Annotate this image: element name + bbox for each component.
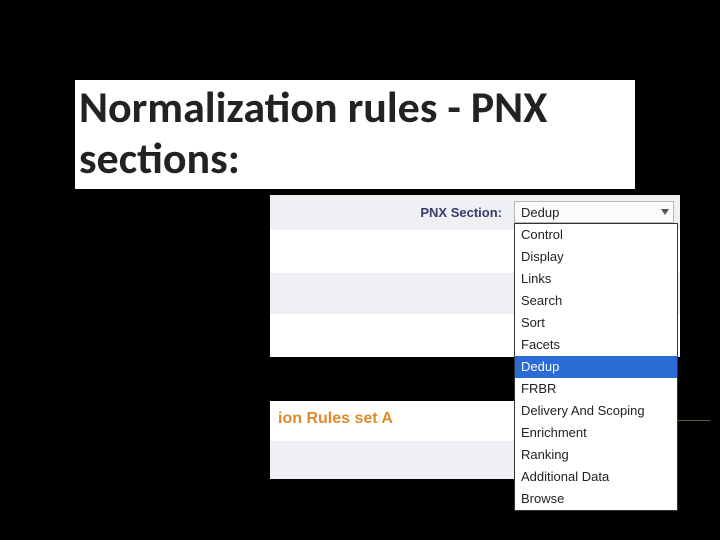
dropdown-option[interactable]: Facets: [515, 334, 677, 356]
dropdown-option[interactable]: Browse: [515, 488, 677, 510]
dropdown-option[interactable]: Enrichment: [515, 422, 677, 444]
dropdown-option[interactable]: Display: [515, 246, 677, 268]
dropdown-option[interactable]: Additional Data: [515, 466, 677, 488]
label-description: iption:: [270, 273, 508, 314]
chevron-down-icon: [661, 209, 669, 215]
row-spacer-3: [270, 441, 514, 479]
rules-heading-row: ion Rules set A: [270, 401, 514, 441]
slide: Normalization rules - PNX sections: PNX …: [0, 0, 720, 540]
dropdown-option[interactable]: Dedup: [515, 356, 677, 378]
label-empty-2: [270, 315, 508, 356]
label-pnx-section: PNX Section:: [270, 195, 508, 230]
dropdown-option[interactable]: Ranking: [515, 444, 677, 466]
label-empty-1: [270, 231, 508, 272]
dropdown-option[interactable]: Search: [515, 290, 677, 312]
dropdown-option[interactable]: FRBR: [515, 378, 677, 400]
page-title: Normalization rules - PNX sections:: [75, 80, 635, 189]
pnx-section-selected: Dedup: [521, 205, 559, 220]
dropdown-option[interactable]: Links: [515, 268, 677, 290]
dropdown-option[interactable]: Control: [515, 224, 677, 246]
pnx-section-dropdown[interactable]: ControlDisplayLinksSearchSortFacetsDedup…: [514, 223, 678, 511]
rules-heading: ion Rules set A: [278, 410, 393, 427]
pnx-section-select[interactable]: Dedup: [514, 201, 674, 223]
dropdown-option[interactable]: Delivery And Scoping: [515, 400, 677, 422]
dropdown-option[interactable]: Sort: [515, 312, 677, 334]
